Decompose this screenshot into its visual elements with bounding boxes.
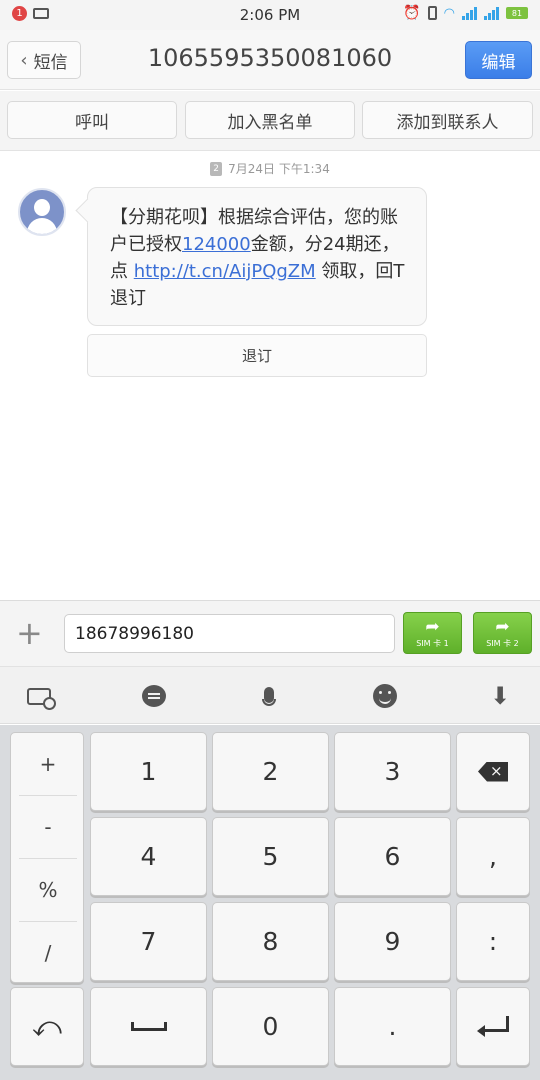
add-to-blacklist-button[interactable]: 加入黑名单 — [185, 101, 355, 139]
send-sim1-label: SIM 卡 1 — [416, 638, 449, 648]
symbol-column: + - % / — [10, 732, 84, 983]
emoji-icon[interactable] — [368, 679, 402, 713]
vibrate-icon — [427, 6, 437, 20]
key-3[interactable]: 3 — [334, 732, 451, 811]
key-1[interactable]: 1 — [90, 732, 207, 811]
key-4[interactable]: 4 — [90, 817, 207, 896]
share-arrow-icon: ➦ — [495, 616, 510, 637]
send-sim2-label: SIM 卡 2 — [486, 638, 519, 648]
call-button[interactable]: 呼叫 — [7, 101, 177, 139]
key-6[interactable]: 6 — [334, 817, 451, 896]
enter-button[interactable] — [456, 987, 530, 1066]
space-icon — [130, 1022, 167, 1031]
backspace-button[interactable]: × — [456, 732, 530, 811]
compose-bar: + ➦ SIM 卡 1 ➦ SIM 卡 2 — [0, 600, 540, 666]
alarm-icon: ⏰ — [403, 5, 421, 21]
send-sim1-button[interactable]: ➦ SIM 卡 1 — [403, 612, 462, 654]
signal-sim1-icon — [462, 6, 477, 20]
numeric-keypad: + - % / 1 2 3 × 4 5 6 , 7 8 9 : ⤺ 0 . — [0, 725, 540, 1080]
undo-arrow-icon: ⤺ — [32, 1009, 62, 1043]
microphone-icon[interactable] — [252, 679, 286, 713]
key-9[interactable]: 9 — [334, 902, 451, 981]
share-arrow-icon: ➦ — [425, 616, 440, 637]
key-8[interactable]: 8 — [212, 902, 329, 981]
message-date: 7月24日 下午1:34 — [228, 162, 330, 176]
sim-card-icon: 2 — [210, 161, 223, 176]
message-input[interactable] — [64, 614, 395, 653]
symbol-key-percent[interactable]: % — [17, 859, 79, 921]
message-bubble[interactable]: 【分期花呗】根据综合评估，您的账户已授权124000金额，分24期还，点 htt… — [87, 187, 427, 326]
message-thread[interactable]: 2 7月24日 下午1:34 【分期花呗】根据综合评估，您的账户已授权12400… — [0, 152, 540, 599]
symbol-key-minus[interactable]: - — [17, 796, 79, 858]
symbol-key-plus[interactable]: + — [17, 733, 79, 795]
attach-plus-icon[interactable]: + — [16, 617, 43, 649]
key-comma[interactable]: , — [456, 817, 530, 896]
chat-icon[interactable] — [137, 679, 171, 713]
message-url-link[interactable]: http://t.cn/AijPQgZM — [134, 261, 316, 282]
chevron-left-icon: ‹ — [20, 49, 28, 71]
contact-action-row: 呼叫 加入黑名单 添加到联系人 — [0, 91, 540, 151]
back-label: 短信 — [33, 52, 68, 73]
battery-indicator: 81 — [506, 7, 528, 19]
symbol-key-slash[interactable]: / — [17, 922, 79, 984]
key-dot[interactable]: . — [334, 987, 451, 1066]
keyboard-toolbar: ⬇ — [0, 666, 540, 724]
sender-avatar[interactable] — [18, 188, 66, 236]
signal-sim2-icon — [484, 6, 499, 20]
key-colon[interactable]: : — [456, 902, 530, 981]
enter-icon — [477, 1015, 509, 1038]
back-button[interactable]: ‹ 短信 — [7, 41, 81, 79]
send-sim2-button[interactable]: ➦ SIM 卡 2 — [473, 612, 532, 654]
key-2[interactable]: 2 — [212, 732, 329, 811]
add-to-contacts-button[interactable]: 添加到联系人 — [362, 101, 533, 139]
hide-keyboard-icon[interactable]: ⬇ — [483, 679, 517, 713]
page-title: 1065595350081060 — [147, 44, 393, 72]
message-amount-link[interactable]: 124000 — [182, 234, 251, 255]
backspace-icon: × — [478, 761, 508, 782]
key-7[interactable]: 7 — [90, 902, 207, 981]
space-key[interactable] — [90, 987, 207, 1066]
return-button[interactable]: ⤺ — [10, 987, 84, 1066]
unsubscribe-button[interactable]: 退订 — [87, 334, 427, 377]
key-0[interactable]: 0 — [212, 987, 329, 1066]
edit-button[interactable]: 编辑 — [465, 41, 532, 79]
key-5[interactable]: 5 — [212, 817, 329, 896]
wifi-icon: ◠ — [443, 5, 455, 21]
status-right: ⏰ ◠ 81 — [403, 5, 528, 21]
message-timestamp: 2 7月24日 下午1:34 — [0, 160, 540, 177]
keyboard-settings-icon[interactable] — [22, 679, 56, 713]
status-bar: 1 2:06 PM ⏰ ◠ 81 — [0, 0, 540, 30]
conversation-header: ‹ 短信 1065595350081060 编辑 — [0, 30, 540, 90]
